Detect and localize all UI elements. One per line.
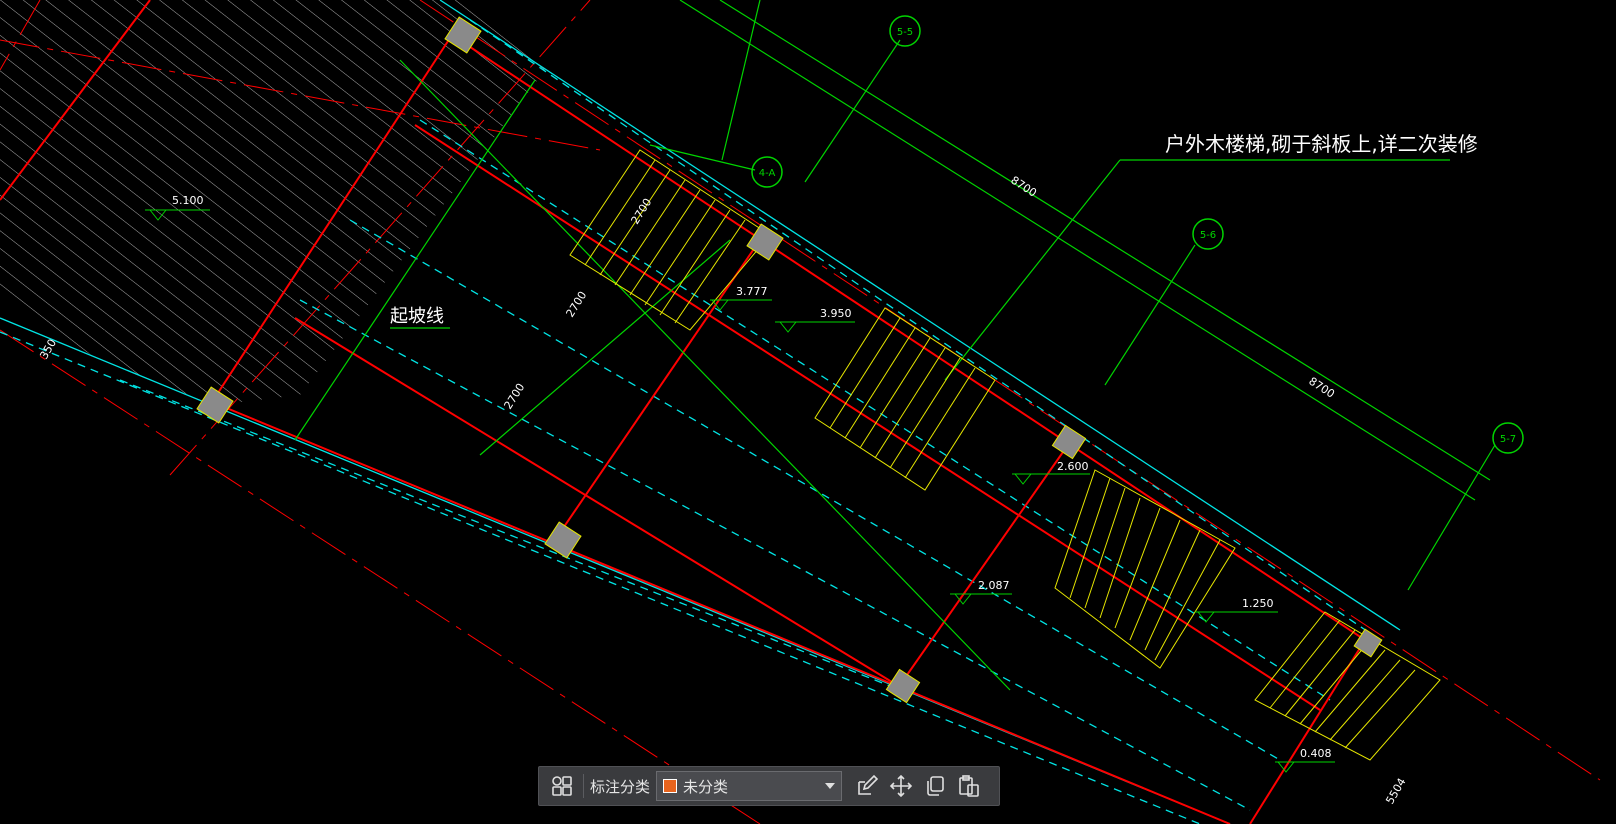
axis-label-4-A: 4-A <box>759 168 776 179</box>
hatched-slope-region <box>0 0 545 405</box>
chevron-down-icon <box>825 783 836 789</box>
cad-drawing-canvas[interactable]: 5-5 4-A 5-6 5-7 5.100 3.777 3.950 2.600 … <box>0 0 1616 824</box>
copy-button[interactable] <box>918 770 952 802</box>
category-selected-value: 未分类 <box>683 778 729 796</box>
elevation-2600: 2.600 <box>1057 460 1089 473</box>
category-label: 标注分类 <box>590 778 651 796</box>
dimension-8700-a: 8700 <box>1008 174 1039 200</box>
axis-label-5-5: 5-5 <box>897 27 913 38</box>
category-dropdown[interactable]: 未分类 <box>656 771 843 801</box>
category-color-swatch <box>663 779 678 793</box>
move-icon <box>889 774 913 798</box>
axis-bubbles <box>751 15 1524 454</box>
elevation-3950: 3.950 <box>820 307 852 320</box>
slope-line-label: 起坡线 <box>390 306 444 327</box>
edit-button[interactable] <box>850 770 884 802</box>
edit-icon <box>858 774 879 795</box>
axis-label-5-6: 5-6 <box>1200 230 1216 241</box>
dimension-2700-c: 2700 <box>502 381 528 412</box>
elevation-5100: 5.100 <box>172 194 204 207</box>
stair-note: 户外木楼梯,砌于斜板上,详二次装修 <box>1165 132 1478 156</box>
axis-label-5-7: 5-7 <box>1500 434 1516 445</box>
elevation-2087: 2.087 <box>978 579 1010 592</box>
grid-icon <box>552 776 572 796</box>
copy-icon <box>927 776 944 796</box>
stair-flights <box>569 149 1441 761</box>
annotation-toolbar: 标注分类 未分类 <box>538 766 1000 806</box>
dimension-5504: 5504 <box>1383 776 1408 807</box>
toolbar-divider <box>583 774 584 798</box>
paste-button[interactable] <box>952 770 986 802</box>
elevation-3777: 3.777 <box>736 285 768 298</box>
dimension-2700-a: 2700 <box>629 196 655 227</box>
paste-icon <box>959 775 979 797</box>
move-button[interactable] <box>884 770 918 802</box>
dimension-2700-b: 2700 <box>564 289 590 320</box>
elevation-0408: 0.408 <box>1300 747 1332 760</box>
elevation-1250: 1.250 <box>1242 597 1274 610</box>
layout-grid-button[interactable] <box>545 770 579 802</box>
